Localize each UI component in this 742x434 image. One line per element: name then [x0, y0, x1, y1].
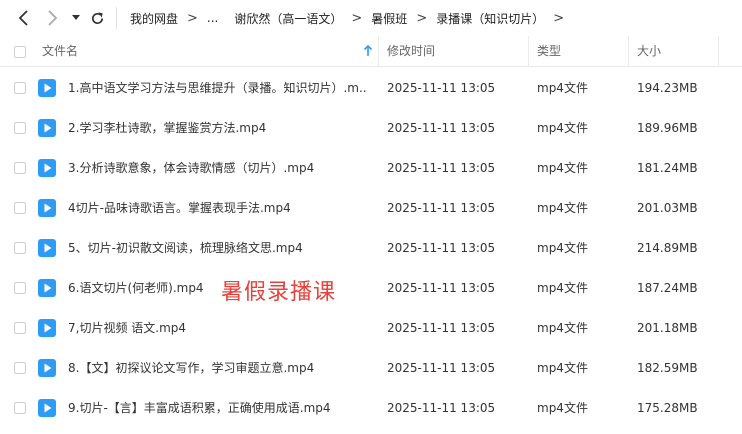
file-row[interactable]: 7,切片视频 语文.mp4 2025-11-11 13:05 mp4文件 201.18…: [0, 308, 742, 348]
chevron-right-icon: >: [553, 10, 565, 26]
row-checkbox[interactable]: [14, 242, 26, 254]
video-file-icon: [38, 159, 56, 177]
file-modified: 2025-11-11 13:05: [387, 361, 496, 375]
row-checkbox[interactable]: [14, 202, 26, 214]
chevron-right-icon: [48, 10, 58, 26]
breadcrumb-item-current[interactable]: 录播课（知识切片）: [434, 10, 546, 27]
file-size: 175.28MB: [637, 401, 698, 415]
toolbar: 我的网盘 > ... 谢欣然（高一语文） > 暑假班 > 录播课（知识切片） >: [0, 0, 742, 36]
row-checkbox[interactable]: [14, 362, 26, 374]
file-modified: 2025-11-11 13:05: [387, 121, 496, 135]
column-divider[interactable]: [528, 36, 529, 67]
row-checkbox[interactable]: [14, 282, 26, 294]
file-name[interactable]: 4切片-品味诗歌语言。掌握表现手法.mp4: [68, 188, 368, 228]
file-type: mp4文件: [537, 161, 588, 175]
forward-button[interactable]: [42, 8, 62, 28]
video-file-icon: [38, 319, 56, 337]
row-checkbox[interactable]: [14, 122, 26, 134]
file-name[interactable]: 3.分析诗歌意象，体会诗歌情感（切片）.mp4: [68, 148, 368, 188]
video-file-icon: [38, 199, 56, 217]
caret-down-icon: [72, 15, 80, 20]
file-type: mp4文件: [537, 321, 588, 335]
file-row[interactable]: 3.分析诗歌意象，体会诗歌情感（切片）.mp4 2025-11-11 13:05 m…: [0, 148, 742, 188]
file-modified: 2025-11-11 13:05: [387, 81, 496, 95]
file-type: mp4文件: [537, 401, 588, 415]
file-row[interactable]: 4切片-品味诗歌语言。掌握表现手法.mp4 2025-11-11 13:05 mp4…: [0, 188, 742, 228]
column-header-type[interactable]: 类型: [537, 36, 561, 67]
file-row[interactable]: 9.切片-【言】丰富成语积累，正确使用成语.mp4 2025-11-11 13:0…: [0, 388, 742, 428]
video-file-icon: [38, 399, 56, 417]
file-name[interactable]: 2.学习李杜诗歌，掌握鉴赏方法.mp4: [68, 108, 368, 148]
file-row[interactable]: 2.学习李杜诗歌，掌握鉴赏方法.mp4 2025-11-11 13:05 mp4文件…: [0, 108, 742, 148]
breadcrumb: 我的网盘 > ... 谢欣然（高一语文） > 暑假班 > 录播课（知识切片） >: [128, 0, 571, 36]
video-file-icon: [38, 239, 56, 257]
file-modified: 2025-11-11 13:05: [387, 201, 496, 215]
file-list-header: 文件名 修改时间 类型 大小: [0, 36, 742, 67]
file-type: mp4文件: [537, 241, 588, 255]
breadcrumb-item-ellipsis[interactable]: ...: [205, 11, 220, 25]
file-row[interactable]: 1.高中语文学习方法与思维提升（录播。知识切片）.m... 2025-11-11 …: [0, 68, 742, 108]
column-header-modified[interactable]: 修改时间: [387, 36, 435, 67]
file-row[interactable]: 6.语文切片(何老师).mp4 2025-11-11 13:05 mp4文件 187.…: [0, 268, 742, 308]
chevron-right-icon: >: [351, 10, 363, 26]
file-row[interactable]: 5、切片-初识散文阅读，梳理脉络文思.mp4 2025-11-11 13:05 mp…: [0, 228, 742, 268]
file-size: 187.24MB: [637, 281, 698, 295]
refresh-button[interactable]: [87, 8, 107, 28]
breadcrumb-item-root[interactable]: 我的网盘: [128, 10, 180, 27]
row-checkbox[interactable]: [14, 322, 26, 334]
file-name[interactable]: 8.【文】初探议论文写作，学习审题立意.mp4: [68, 348, 368, 388]
file-name[interactable]: 5、切片-初识散文阅读，梳理脉络文思.mp4: [68, 228, 368, 268]
watermark-text: 暑假录播课: [221, 280, 337, 305]
column-divider[interactable]: [718, 36, 719, 67]
video-file-icon: [38, 79, 56, 97]
file-name[interactable]: 9.切片-【言】丰富成语积累，正确使用成语.mp4: [68, 388, 368, 428]
back-button[interactable]: [14, 8, 34, 28]
file-type: mp4文件: [537, 121, 588, 135]
refresh-icon: [91, 11, 103, 24]
chevron-right-icon: >: [416, 10, 428, 26]
video-file-icon: [38, 119, 56, 137]
file-modified: 2025-11-11 13:05: [387, 281, 496, 295]
sort-ascending-icon[interactable]: [363, 45, 373, 57]
file-modified: 2025-11-11 13:05: [387, 321, 496, 335]
column-header-size[interactable]: 大小: [637, 36, 661, 67]
file-name[interactable]: 1.高中语文学习方法与思维提升（录播。知识切片）.m...: [68, 68, 368, 108]
column-divider[interactable]: [378, 36, 379, 67]
column-header-name[interactable]: 文件名: [42, 36, 78, 67]
file-type: mp4文件: [537, 201, 588, 215]
file-size: 201.18MB: [637, 321, 698, 335]
file-type: mp4文件: [537, 361, 588, 375]
column-divider[interactable]: [628, 36, 629, 67]
breadcrumb-item-teacher[interactable]: 谢欣然（高一语文）: [232, 10, 344, 27]
breadcrumb-item-class[interactable]: 暑假班: [369, 10, 409, 27]
file-size: 182.59MB: [637, 361, 698, 375]
chevron-left-icon: [18, 10, 28, 26]
file-size: 194.23MB: [637, 81, 698, 95]
file-modified: 2025-11-11 13:05: [387, 161, 496, 175]
select-all-checkbox[interactable]: [14, 46, 26, 58]
row-checkbox[interactable]: [14, 82, 26, 94]
video-file-icon: [38, 359, 56, 377]
file-type: mp4文件: [537, 81, 588, 95]
row-checkbox[interactable]: [14, 402, 26, 414]
file-modified: 2025-11-11 13:05: [387, 401, 496, 415]
file-size: 201.03MB: [637, 201, 698, 215]
toolbar-divider: [116, 7, 117, 29]
file-size: 189.96MB: [637, 121, 698, 135]
file-modified: 2025-11-11 13:05: [387, 241, 496, 255]
file-row[interactable]: 8.【文】初探议论文写作，学习审题立意.mp4 2025-11-11 13:05 m…: [0, 348, 742, 388]
file-type: mp4文件: [537, 281, 588, 295]
file-name[interactable]: 7,切片视频 语文.mp4: [68, 308, 368, 348]
history-dropdown[interactable]: [66, 8, 86, 28]
chevron-right-icon: >: [187, 10, 198, 26]
file-size: 214.89MB: [637, 241, 698, 255]
file-size: 181.24MB: [637, 161, 698, 175]
video-file-icon: [38, 279, 56, 297]
row-checkbox[interactable]: [14, 162, 26, 174]
